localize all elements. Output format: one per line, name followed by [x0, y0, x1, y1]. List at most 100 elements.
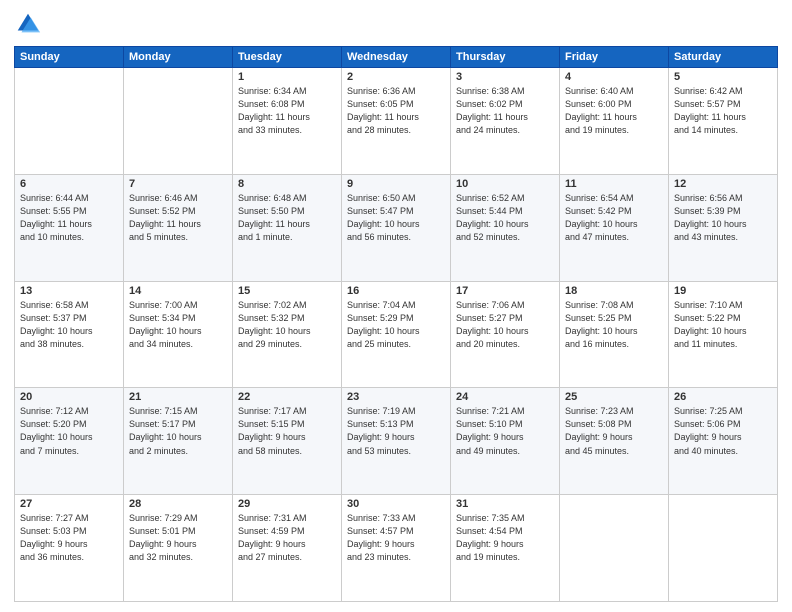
day-number: 19 [674, 285, 772, 297]
header [14, 10, 778, 38]
day-number: 15 [238, 285, 336, 297]
calendar-cell: 18Sunrise: 7:08 AM Sunset: 5:25 PM Dayli… [560, 281, 669, 388]
day-info: Sunrise: 6:42 AM Sunset: 5:57 PM Dayligh… [674, 85, 772, 137]
day-info: Sunrise: 7:25 AM Sunset: 5:06 PM Dayligh… [674, 405, 772, 457]
calendar-cell: 27 Sunrise: 7:27 AM Sunset: 5:03 PM Dayli… [15, 495, 124, 602]
logo [14, 10, 46, 38]
calendar-cell: 1Sunrise: 6:34 AM Sunset: 6:08 PM Daylig… [233, 68, 342, 175]
day-number: 10 [456, 178, 554, 190]
calendar-cell [560, 495, 669, 602]
calendar-cell: 3 Sunrise: 6:38 AM Sunset: 6:02 PM Daylig… [451, 68, 560, 175]
day-number: 11 [565, 178, 663, 190]
day-info: Sunrise: 7:10 AM Sunset: 5:22 PM Dayligh… [674, 299, 772, 351]
weekday-header: SundayMondayTuesdayWednesdayThursdayFrid… [15, 47, 778, 68]
day-info: Sunrise: 6:52 AM Sunset: 5:44 PM Dayligh… [456, 192, 554, 244]
week-row-0: 1Sunrise: 6:34 AM Sunset: 6:08 PM Daylig… [15, 68, 778, 175]
page: SundayMondayTuesdayWednesdayThursdayFrid… [0, 0, 792, 612]
day-info: Sunrise: 7:12 AM Sunset: 5:20 PM Dayligh… [20, 405, 118, 457]
calendar-cell: 25 Sunrise: 7:23 AM Sunset: 5:08 PM Dayli… [560, 388, 669, 495]
day-number: 23 [347, 391, 445, 403]
calendar-cell: 17 Sunrise: 7:06 AM Sunset: 5:27 PM Dayli… [451, 281, 560, 388]
day-info: Sunrise: 7:33 AM Sunset: 4:57 PM Dayligh… [347, 512, 445, 564]
weekday-header-sunday: Sunday [15, 47, 124, 68]
day-number: 3 [456, 71, 554, 83]
day-number: 21 [129, 391, 227, 403]
day-info: Sunrise: 6:46 AM Sunset: 5:52 PM Dayligh… [129, 192, 227, 244]
calendar-cell: 13Sunrise: 6:58 AM Sunset: 5:37 PM Dayli… [15, 281, 124, 388]
weekday-header-thursday: Thursday [451, 47, 560, 68]
day-info: Sunrise: 7:23 AM Sunset: 5:08 PM Dayligh… [565, 405, 663, 457]
day-info: Sunrise: 6:44 AM Sunset: 5:55 PM Dayligh… [20, 192, 118, 244]
day-info: Sunrise: 7:02 AM Sunset: 5:32 PM Dayligh… [238, 299, 336, 351]
day-number: 29 [238, 498, 336, 510]
calendar-cell: 6 Sunrise: 6:44 AM Sunset: 5:55 PM Daylig… [15, 174, 124, 281]
day-number: 1 [238, 71, 336, 83]
calendar-cell: 28 Sunrise: 7:29 AM Sunset: 5:01 PM Dayli… [124, 495, 233, 602]
day-number: 7 [129, 178, 227, 190]
day-number: 2 [347, 71, 445, 83]
day-number: 12 [674, 178, 772, 190]
calendar-cell: 4 Sunrise: 6:40 AM Sunset: 6:00 PM Daylig… [560, 68, 669, 175]
day-info: Sunrise: 7:29 AM Sunset: 5:01 PM Dayligh… [129, 512, 227, 564]
day-info: Sunrise: 6:40 AM Sunset: 6:00 PM Dayligh… [565, 85, 663, 137]
day-info: Sunrise: 6:56 AM Sunset: 5:39 PM Dayligh… [674, 192, 772, 244]
day-number: 25 [565, 391, 663, 403]
weekday-header-monday: Monday [124, 47, 233, 68]
weekday-header-wednesday: Wednesday [342, 47, 451, 68]
calendar-cell: 9Sunrise: 6:50 AM Sunset: 5:47 PM Daylig… [342, 174, 451, 281]
logo-icon [14, 10, 42, 38]
calendar-cell: 14Sunrise: 7:00 AM Sunset: 5:34 PM Dayli… [124, 281, 233, 388]
calendar-cell: 24Sunrise: 7:21 AM Sunset: 5:10 PM Dayli… [451, 388, 560, 495]
day-number: 18 [565, 285, 663, 297]
day-info: Sunrise: 7:04 AM Sunset: 5:29 PM Dayligh… [347, 299, 445, 351]
weekday-header-tuesday: Tuesday [233, 47, 342, 68]
day-number: 5 [674, 71, 772, 83]
calendar-cell: 19 Sunrise: 7:10 AM Sunset: 5:22 PM Dayli… [669, 281, 778, 388]
day-info: Sunrise: 6:38 AM Sunset: 6:02 PM Dayligh… [456, 85, 554, 137]
day-info: Sunrise: 6:48 AM Sunset: 5:50 PM Dayligh… [238, 192, 336, 244]
calendar-cell: 21 Sunrise: 7:15 AM Sunset: 5:17 PM Dayli… [124, 388, 233, 495]
day-number: 26 [674, 391, 772, 403]
day-info: Sunrise: 7:06 AM Sunset: 5:27 PM Dayligh… [456, 299, 554, 351]
day-number: 30 [347, 498, 445, 510]
calendar-cell: 2 Sunrise: 6:36 AM Sunset: 6:05 PM Daylig… [342, 68, 451, 175]
weekday-header-friday: Friday [560, 47, 669, 68]
day-number: 31 [456, 498, 554, 510]
day-info: Sunrise: 6:36 AM Sunset: 6:05 PM Dayligh… [347, 85, 445, 137]
calendar-cell: 8 Sunrise: 6:48 AM Sunset: 5:50 PM Daylig… [233, 174, 342, 281]
calendar-cell: 31 Sunrise: 7:35 AM Sunset: 4:54 PM Dayli… [451, 495, 560, 602]
week-row-1: 6 Sunrise: 6:44 AM Sunset: 5:55 PM Daylig… [15, 174, 778, 281]
day-number: 8 [238, 178, 336, 190]
calendar-cell: 23Sunrise: 7:19 AM Sunset: 5:13 PM Dayli… [342, 388, 451, 495]
day-info: Sunrise: 7:00 AM Sunset: 5:34 PM Dayligh… [129, 299, 227, 351]
day-number: 27 [20, 498, 118, 510]
calendar-body: 1Sunrise: 6:34 AM Sunset: 6:08 PM Daylig… [15, 68, 778, 602]
day-info: Sunrise: 7:15 AM Sunset: 5:17 PM Dayligh… [129, 405, 227, 457]
calendar-cell [15, 68, 124, 175]
calendar-cell: 10 Sunrise: 6:52 AM Sunset: 5:44 PM Dayli… [451, 174, 560, 281]
day-info: Sunrise: 7:35 AM Sunset: 4:54 PM Dayligh… [456, 512, 554, 564]
weekday-header-saturday: Saturday [669, 47, 778, 68]
calendar-cell: 16 Sunrise: 7:04 AM Sunset: 5:29 PM Dayli… [342, 281, 451, 388]
calendar-cell: 26 Sunrise: 7:25 AM Sunset: 5:06 PM Dayli… [669, 388, 778, 495]
day-info: Sunrise: 7:27 AM Sunset: 5:03 PM Dayligh… [20, 512, 118, 564]
calendar-cell: 29 Sunrise: 7:31 AM Sunset: 4:59 PM Dayli… [233, 495, 342, 602]
calendar-cell: 15 Sunrise: 7:02 AM Sunset: 5:32 PM Dayli… [233, 281, 342, 388]
day-info: Sunrise: 7:31 AM Sunset: 4:59 PM Dayligh… [238, 512, 336, 564]
day-info: Sunrise: 6:54 AM Sunset: 5:42 PM Dayligh… [565, 192, 663, 244]
day-number: 28 [129, 498, 227, 510]
calendar-cell: 30 Sunrise: 7:33 AM Sunset: 4:57 PM Dayli… [342, 495, 451, 602]
day-info: Sunrise: 6:50 AM Sunset: 5:47 PM Dayligh… [347, 192, 445, 244]
calendar-cell [124, 68, 233, 175]
day-number: 6 [20, 178, 118, 190]
day-info: Sunrise: 7:17 AM Sunset: 5:15 PM Dayligh… [238, 405, 336, 457]
calendar-cell: 22 Sunrise: 7:17 AM Sunset: 5:15 PM Dayli… [233, 388, 342, 495]
day-number: 22 [238, 391, 336, 403]
calendar-table: SundayMondayTuesdayWednesdayThursdayFrid… [14, 46, 778, 602]
day-number: 17 [456, 285, 554, 297]
day-number: 4 [565, 71, 663, 83]
day-number: 20 [20, 391, 118, 403]
calendar-cell: 5 Sunrise: 6:42 AM Sunset: 5:57 PM Daylig… [669, 68, 778, 175]
calendar-cell: 20 Sunrise: 7:12 AM Sunset: 5:20 PM Dayli… [15, 388, 124, 495]
day-number: 16 [347, 285, 445, 297]
